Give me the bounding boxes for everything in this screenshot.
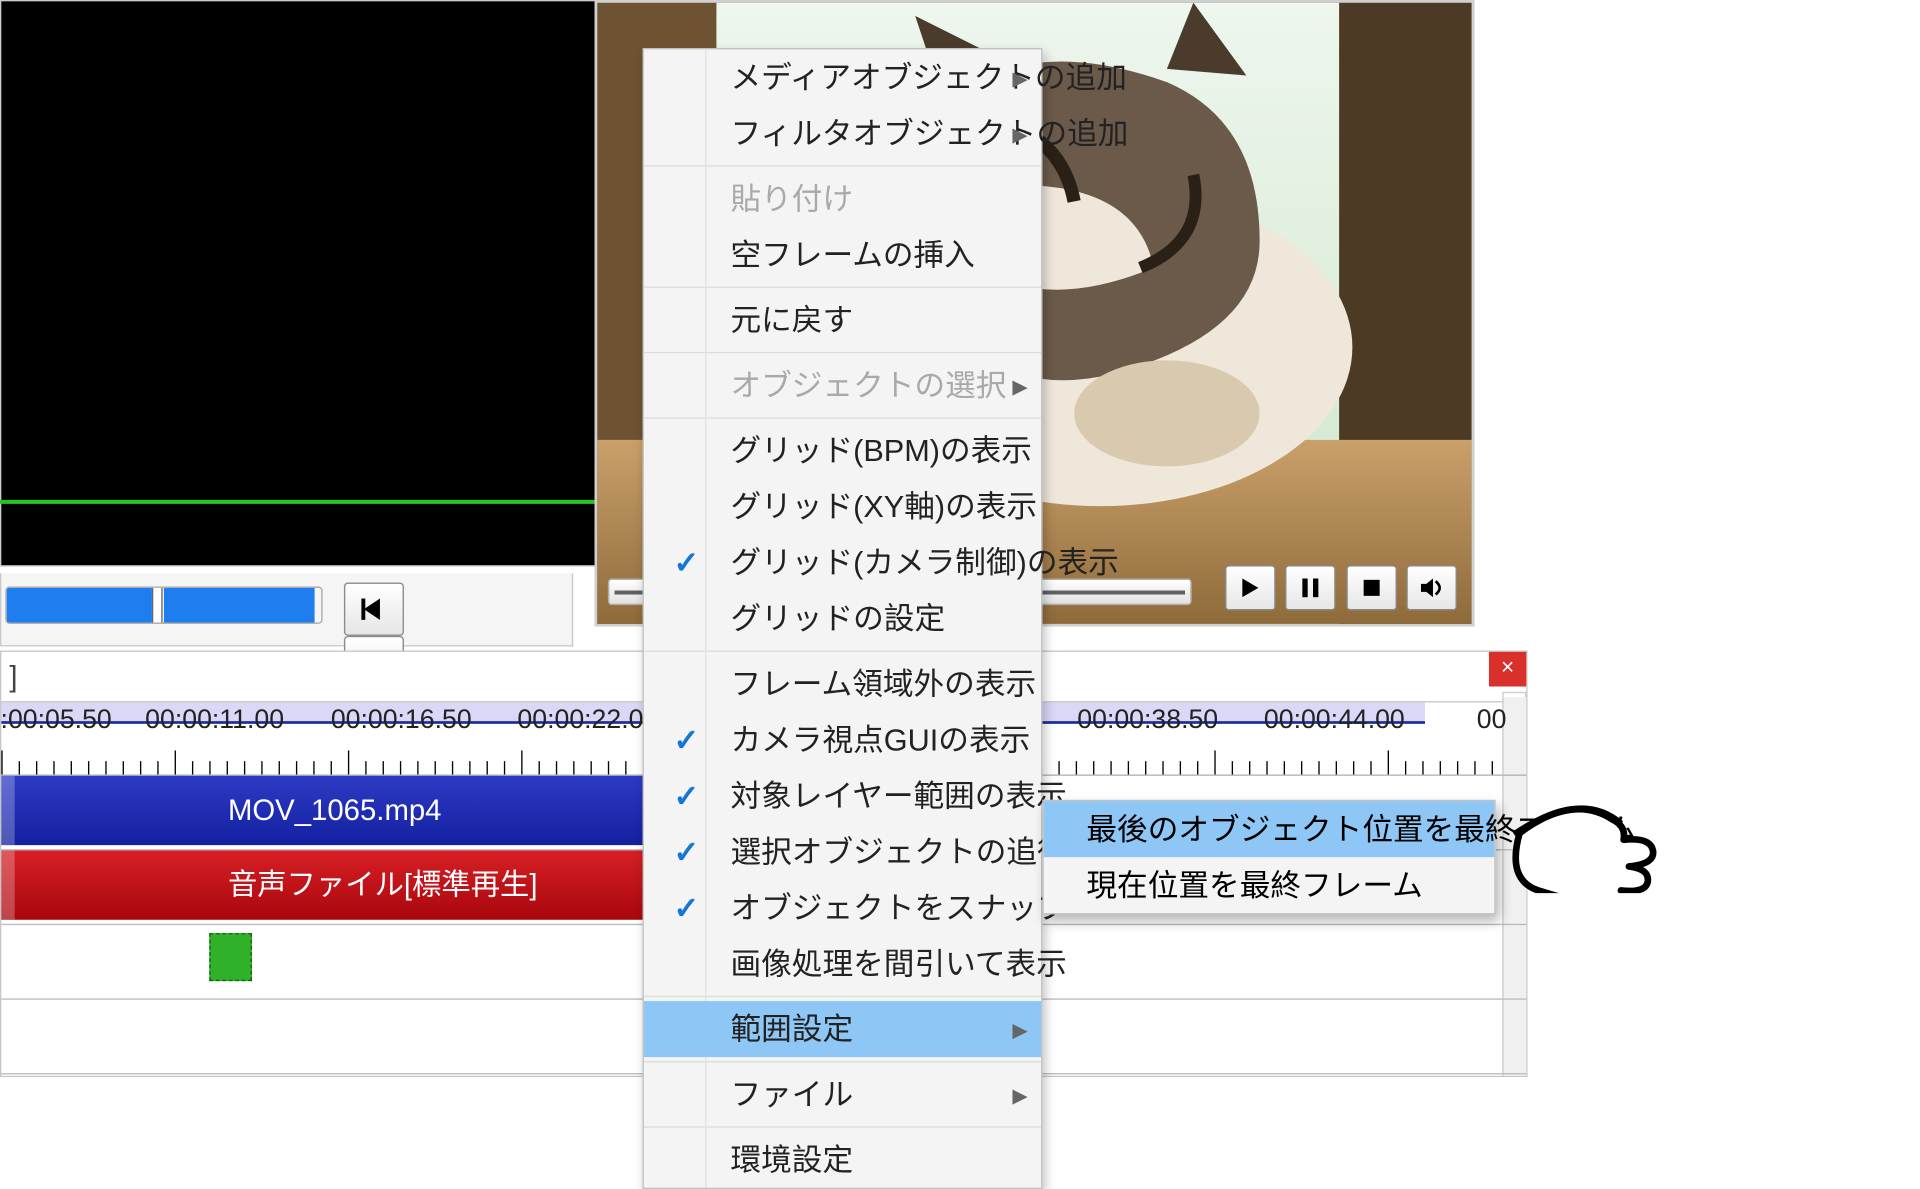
clip-label: 音声ファイル[標準再生] [228,868,538,901]
context-menu: メディアオブジェクトの追加▸フィルタオブジェクトの追加▸ 貼り付け空フレームの挿入… [643,48,1043,1189]
ruler-label: 00:00:16.50 [331,705,472,736]
context-menu-item[interactable]: 環境設定 [644,1132,1041,1188]
context-menu-item: オブジェクトの選択▸ [644,357,1041,413]
context-menu-item[interactable]: フレーム領域外の表示 [644,656,1041,712]
play-button[interactable] [1225,565,1276,610]
context-menu-item[interactable]: 元に戻す [644,292,1041,348]
context-menu-item[interactable]: ✓グリッド(カメラ制御)の表示 [644,535,1041,591]
pause-button[interactable] [1285,565,1336,610]
ruler-label: 00:00:22.00 [517,705,658,736]
context-menu-item[interactable]: グリッドの設定 [644,591,1041,647]
context-menu-item[interactable]: 空フレームの挿入 [644,227,1041,283]
close-button[interactable]: × [1489,652,1526,687]
mute-button[interactable] [1406,565,1457,610]
context-menu-item[interactable]: ✓カメラ視点GUIの表示 [644,712,1041,768]
context-menu-item: 貼り付け [644,171,1041,227]
context-menu-item[interactable]: ✓オブジェクトをスナップ [644,880,1041,936]
pointing-hand-icon [1506,786,1666,899]
left-scrub-bar[interactable] [5,587,322,624]
context-menu-item[interactable]: メディアオブジェクトの追加▸ [644,49,1041,105]
context-submenu: 最後のオブジェクト位置を最終フレーム現在位置を最終フレーム [1042,800,1495,915]
ruler-label: 00:00:44.00 [1264,705,1405,736]
context-menu-item[interactable]: ✓対象レイヤー範囲の表示 [644,768,1041,824]
context-menu-item[interactable]: 画像処理を間引いて表示 [644,936,1041,992]
stop-button[interactable] [1346,565,1397,610]
context-submenu-item[interactable]: 現在位置を最終フレーム [1044,857,1495,913]
ruler-label: 00:00:05.50 [0,705,112,736]
ruler-label: 00 [1477,705,1507,736]
clip-label: MOV_1065.mp4 [228,793,442,826]
context-menu-item[interactable]: フィルタオブジェクトの追加▸ [644,105,1041,161]
prev-frame-button[interactable] [344,583,404,636]
context-menu-item[interactable]: グリッド(XY軸)の表示 [644,479,1041,535]
scene-marker[interactable] [209,933,252,981]
context-menu-item[interactable]: ファイル▸ [644,1066,1041,1122]
ruler-label: 00:00:11.00 [145,705,284,736]
context-menu-item[interactable]: グリッド(BPM)の表示 [644,423,1041,479]
context-submenu-item[interactable]: 最後のオブジェクト位置を最終フレーム [1044,801,1495,857]
context-menu-item[interactable]: ✓選択オブジェクトの追従 [644,824,1041,880]
context-menu-item[interactable]: 範囲設定▸ [644,1001,1041,1057]
ruler-label: 00:00:38.50 [1077,705,1218,736]
